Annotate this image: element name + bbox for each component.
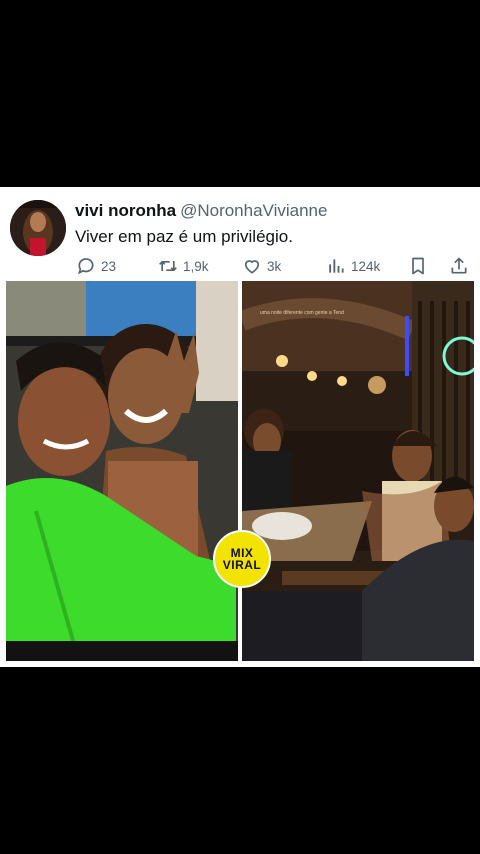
mix-viral-watermark: MIX VIRAL xyxy=(213,530,271,588)
reply-icon xyxy=(78,258,94,275)
user-handle[interactable]: @NoronhaVivianne xyxy=(180,201,327,220)
tweet-text: Viver em paz é um privilégio. xyxy=(75,227,293,246)
views-button[interactable]: 124k xyxy=(326,255,380,277)
display-name[interactable]: vivi noronha xyxy=(75,201,176,220)
retweet-icon xyxy=(159,261,177,271)
retweet-button[interactable]: 1,9k xyxy=(158,255,209,277)
tweet-card: vivi noronha @NoronhaVivianne Viver em pa… xyxy=(0,187,480,667)
watermark-line-1: MIX xyxy=(230,545,254,560)
views-icon xyxy=(329,259,344,273)
views-count: 124k xyxy=(351,258,381,274)
reply-button[interactable]: 23 xyxy=(76,255,116,277)
share-icon xyxy=(451,257,467,274)
like-count: 3k xyxy=(267,258,282,274)
watermark-line-2: VIRAL xyxy=(222,557,262,572)
tweet-header: vivi noronha @NoronhaVivianne xyxy=(75,201,327,221)
share-button[interactable] xyxy=(449,255,469,277)
reply-count: 23 xyxy=(101,258,117,274)
bookmark-button[interactable] xyxy=(408,255,428,277)
tweet-photo-1[interactable] xyxy=(6,281,238,661)
avatar[interactable] xyxy=(10,200,66,256)
retweet-count: 1,9k xyxy=(183,258,209,274)
bookmark-icon xyxy=(412,257,424,275)
heart-icon xyxy=(244,260,260,274)
like-button[interactable]: 3k xyxy=(242,255,281,277)
restaurant-sign: uma noite diferente com gente a Tend xyxy=(260,310,344,316)
tweet-actions: 23 1,9k 3k 124k xyxy=(0,255,480,277)
tweet-photo-2[interactable]: uma noite diferente com gente a Tend xyxy=(242,281,474,661)
